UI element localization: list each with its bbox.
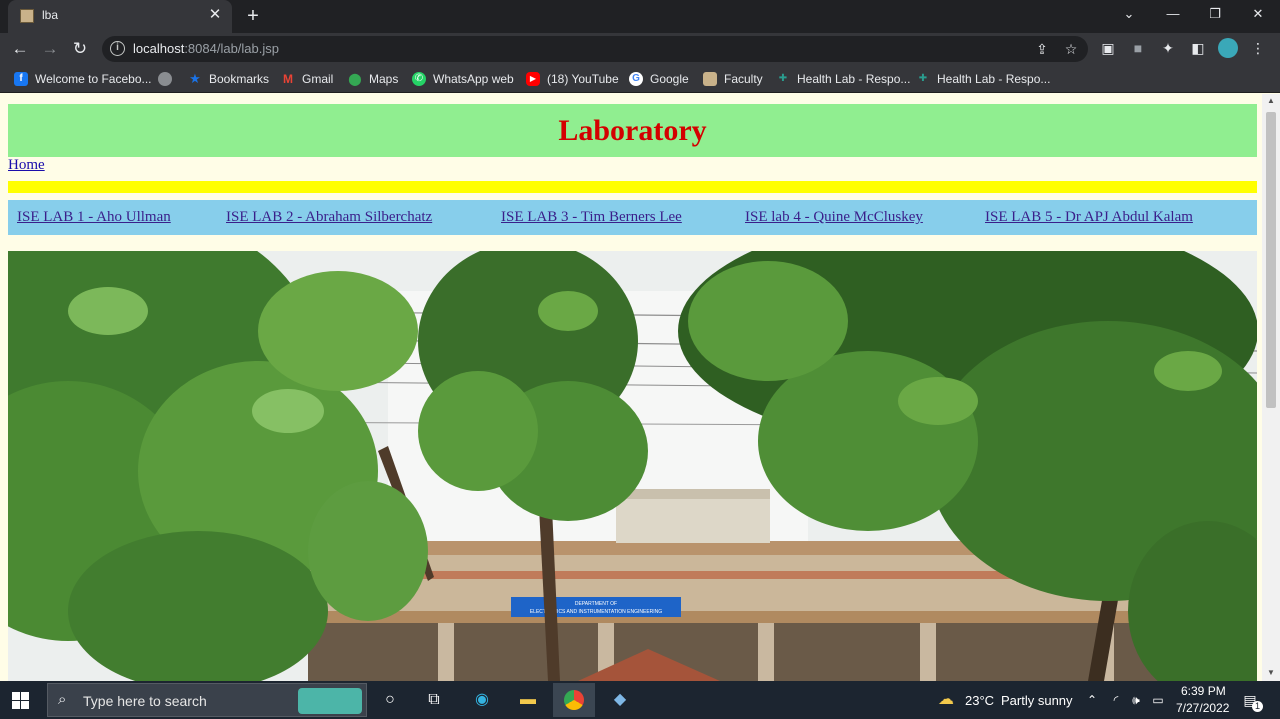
address-url[interactable]: localhost:8084/lab/lab.jsp bbox=[133, 41, 279, 56]
page-viewport: Laboratory Home ISE LAB 1 - Aho Ullman I… bbox=[0, 94, 1280, 681]
cortana-icon[interactable]: ○ bbox=[378, 688, 402, 712]
bookmarks-bar: f Welcome to Facebo... ★ Bookmarks M Gma… bbox=[0, 64, 1280, 93]
vertical-scrollbar[interactable]: ▲ ▼ bbox=[1262, 94, 1280, 681]
bookmark-item[interactable]: f Welcome to Facebo... bbox=[14, 71, 152, 87]
back-button[interactable]: ← bbox=[8, 37, 32, 61]
new-tab-button[interactable]: + bbox=[242, 4, 264, 28]
health-lab-icon: ✚ bbox=[918, 73, 928, 84]
clock-date[interactable]: 7/27/2022 bbox=[1176, 701, 1229, 715]
weather-desc[interactable]: Partly sunny bbox=[1001, 693, 1073, 708]
edge-icon[interactable]: ◉ bbox=[470, 688, 494, 712]
scroll-thumb[interactable] bbox=[1266, 112, 1276, 408]
department-building-photo: DEPARTMENT OF ELECTRONICS AND INSTRUMENT… bbox=[8, 251, 1257, 681]
globe-icon bbox=[158, 72, 172, 86]
weather-temp[interactable]: 23°C bbox=[965, 693, 994, 708]
star-icon: ★ bbox=[189, 71, 201, 86]
bookmark-item[interactable]: ⬤ Maps bbox=[348, 71, 398, 87]
lab-link-5[interactable]: ISE LAB 5 - Dr APJ Abdul Kalam bbox=[985, 209, 1193, 226]
forward-button[interactable]: → bbox=[38, 37, 62, 61]
bookmark-item[interactable]: ✚ Health Lab - Respo... bbox=[916, 71, 1051, 87]
facebook-icon: f bbox=[14, 72, 28, 86]
extension-gray-icon[interactable]: ■ bbox=[1128, 38, 1148, 58]
page-header: Laboratory bbox=[8, 104, 1257, 157]
menu-kebab-icon[interactable]: ⋮ bbox=[1248, 38, 1268, 58]
tab-title: lba bbox=[42, 8, 59, 22]
chrome-icon bbox=[564, 689, 584, 710]
bookmark-item[interactable]: M Gmail bbox=[281, 71, 333, 87]
lab-link-1[interactable]: ISE LAB 1 - Aho Ullman bbox=[17, 209, 171, 226]
search-placeholder: Type here to search bbox=[83, 693, 207, 709]
file-explorer-icon[interactable]: ▬ bbox=[516, 688, 540, 712]
task-view-icon[interactable]: ⧉ bbox=[422, 688, 446, 712]
bookmark-item[interactable]: ✚ Health Lab - Respo... bbox=[776, 71, 911, 87]
youtube-icon: ▶ bbox=[526, 72, 540, 86]
tab-favicon-icon bbox=[20, 9, 34, 23]
maps-icon: ⬤ bbox=[348, 72, 362, 86]
weather-icon[interactable]: ☁ bbox=[934, 688, 958, 712]
bookmark-item[interactable]: G Google bbox=[629, 71, 689, 87]
share-icon[interactable]: ⇪ bbox=[1032, 39, 1052, 59]
chrome-taskbar-button[interactable] bbox=[553, 683, 595, 717]
bookmark-item[interactable]: ★ Bookmarks bbox=[188, 71, 269, 87]
lab-link-3[interactable]: ISE LAB 3 - Tim Berners Lee bbox=[501, 209, 682, 226]
lab-link-2[interactable]: ISE LAB 2 - Abraham Silberchatz bbox=[226, 209, 432, 226]
extensions-puzzle-icon[interactable]: ✦ bbox=[1158, 38, 1178, 58]
whatsapp-icon: ✆ bbox=[412, 72, 426, 86]
browser-toolbar: ← → ↻ i localhost:8084/lab/lab.jsp ⇪ ☆ ▣… bbox=[0, 33, 1280, 64]
tray-overflow-icon[interactable]: ⌃ bbox=[1080, 688, 1104, 712]
extension-icon[interactable]: ▣ bbox=[1098, 38, 1118, 58]
bookmark-item[interactable]: ▶ (18) YouTube bbox=[526, 71, 619, 87]
site-info-icon[interactable]: i bbox=[110, 41, 125, 56]
scroll-up-arrow[interactable]: ▲ bbox=[1262, 94, 1280, 108]
health-lab-icon: ✚ bbox=[778, 73, 788, 84]
minimize-button[interactable]: — bbox=[1152, 0, 1194, 28]
bookmark-item[interactable]: Faculty bbox=[703, 71, 763, 87]
windows-taskbar: ⌕ Type here to search ○ ⧉ ◉ ▬ ◆ ☁ 23°C P… bbox=[0, 681, 1280, 719]
yellow-divider bbox=[8, 181, 1257, 193]
app-cube-icon[interactable]: ◆ bbox=[608, 688, 632, 712]
tab-close-button[interactable]: ✕ bbox=[206, 6, 224, 24]
browser-tab[interactable]: lba ✕ bbox=[8, 0, 232, 33]
search-highlight-icon bbox=[298, 688, 362, 714]
profile-avatar[interactable] bbox=[1218, 38, 1238, 58]
reload-button[interactable]: ↻ bbox=[68, 37, 92, 61]
bookmark-item[interactable] bbox=[158, 71, 179, 87]
address-bar[interactable]: i localhost:8084/lab/lab.jsp ⇪ ☆ bbox=[102, 36, 1088, 62]
page-title: Laboratory bbox=[558, 114, 707, 147]
gmail-icon: M bbox=[283, 72, 293, 86]
taskbar-search-box[interactable]: ⌕ Type here to search bbox=[47, 683, 367, 717]
close-window-button[interactable]: ✕ bbox=[1237, 0, 1279, 28]
lab-link-4[interactable]: ISE lab 4 - Quine McCluskey bbox=[745, 209, 923, 226]
svg-text:DEPARTMENT OF: DEPARTMENT OF bbox=[575, 601, 617, 607]
battery-icon[interactable]: ▭ bbox=[1146, 688, 1170, 712]
home-link[interactable]: Home bbox=[8, 157, 45, 174]
lab-nav: ISE LAB 1 - Aho Ullman ISE LAB 2 - Abrah… bbox=[8, 200, 1257, 235]
side-panel-icon[interactable]: ◧ bbox=[1188, 38, 1208, 58]
tab-search-icon[interactable]: ⌄ bbox=[1108, 0, 1150, 28]
volume-icon[interactable]: 🕪 bbox=[1124, 688, 1148, 712]
search-icon: ⌕ bbox=[58, 691, 67, 708]
windows-start-icon[interactable] bbox=[12, 692, 29, 709]
tab-strip: lba ✕ + ⌄ — ❐ ✕ bbox=[0, 0, 1280, 33]
bookmark-star-icon[interactable]: ☆ bbox=[1061, 39, 1081, 59]
scroll-down-arrow[interactable]: ▼ bbox=[1262, 666, 1280, 680]
maximize-button[interactable]: ❐ bbox=[1194, 0, 1236, 28]
faculty-icon bbox=[703, 72, 717, 86]
notification-badge: 1 bbox=[1252, 701, 1263, 712]
google-icon: G bbox=[629, 72, 643, 86]
clock-time[interactable]: 6:39 PM bbox=[1181, 684, 1226, 698]
bookmark-item[interactable]: ✆ WhatsApp web bbox=[412, 71, 514, 87]
